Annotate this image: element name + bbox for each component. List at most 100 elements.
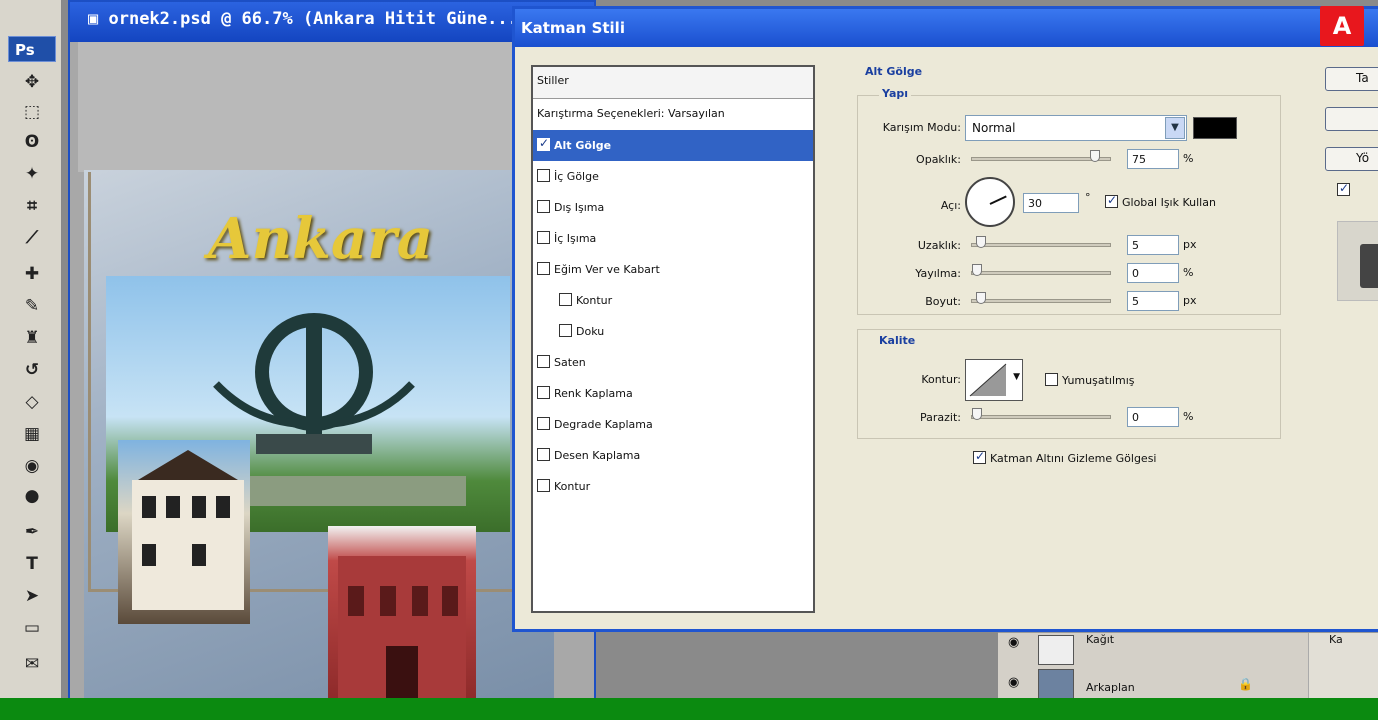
blending-options-item[interactable]: Karıştırma Seçenekleri: Varsayılan (533, 99, 813, 130)
style-item-checkbox[interactable] (537, 200, 550, 213)
spread-unit: % (1183, 266, 1194, 279)
style-item[interactable]: Renk Kaplama (533, 378, 813, 409)
shape-tool-icon[interactable]: ▭ (18, 616, 46, 640)
brush-tool-icon[interactable]: ✎ (18, 294, 46, 318)
pen-tool-icon[interactable]: ✒ (18, 520, 46, 544)
eye-icon[interactable]: ◉ (1008, 635, 1028, 650)
gradient-tool-icon[interactable]: ▦ (18, 422, 46, 446)
spread-slider-thumb[interactable] (972, 264, 982, 276)
new-style-button[interactable]: Yö (1325, 147, 1378, 171)
style-item[interactable]: Doku (533, 316, 813, 347)
layers-side-panel: Ka (1308, 633, 1378, 701)
healing-brush-tool-icon[interactable]: ✚ (18, 262, 46, 286)
style-item[interactable]: Eğim Ver ve Kabart (533, 254, 813, 285)
style-item-checkbox[interactable] (537, 448, 550, 461)
shadow-color-swatch[interactable] (1193, 117, 1237, 139)
angle-input[interactable]: 30 (1023, 193, 1079, 213)
clone-stamp-tool-icon[interactable]: ♜ (18, 326, 46, 350)
style-item[interactable]: Alt Gölge (533, 130, 813, 161)
photoshop-logo[interactable]: Ps (8, 36, 56, 62)
spread-slider[interactable] (971, 264, 1111, 276)
opacity-slider-thumb[interactable] (1090, 150, 1100, 162)
style-item-checkbox[interactable] (537, 136, 550, 151)
style-item[interactable]: Kontur (533, 471, 813, 502)
style-item-checkbox[interactable] (537, 355, 550, 368)
knockout-checkbox[interactable] (973, 449, 986, 464)
antialias-option[interactable]: Yumuşatılmış (1045, 373, 1135, 387)
style-item-checkbox[interactable] (559, 293, 572, 306)
marquee-tool-icon[interactable]: ⬚ (18, 100, 46, 124)
style-item-label: Desen Kaplama (554, 449, 641, 462)
document-title-text: ornek2.psd @ 66.7% (Ankara Hitit Güne... (108, 9, 518, 29)
blur-tool-icon[interactable]: ◉ (18, 454, 46, 478)
layers-side-label: Ka (1329, 633, 1343, 646)
style-item[interactable]: Degrade Kaplama (533, 409, 813, 440)
contour-picker[interactable]: ▼ (965, 359, 1023, 401)
antialias-checkbox[interactable] (1045, 373, 1058, 386)
contour-label: Kontur: (921, 373, 961, 386)
angle-dial[interactable] (965, 177, 1015, 227)
dodge-tool-icon[interactable]: ● (18, 484, 46, 508)
document-icon: ▣ (88, 9, 109, 29)
lock-icon: 🔒 (1238, 677, 1253, 691)
path-selection-tool-icon[interactable]: ➤ (18, 584, 46, 608)
magic-wand-tool-icon[interactable]: ✦ (18, 162, 46, 186)
style-item-checkbox[interactable] (537, 417, 550, 430)
size-slider-thumb[interactable] (976, 292, 986, 304)
dialog-title[interactable]: Katman Stili (515, 9, 1378, 47)
preview-checkbox[interactable] (1337, 181, 1350, 196)
size-slider[interactable] (971, 292, 1111, 304)
crop-tool-icon[interactable]: ⌗ (18, 194, 46, 218)
style-item[interactable]: İç Işıma (533, 223, 813, 254)
eye-icon[interactable]: ◉ (1008, 675, 1028, 690)
style-item-checkbox[interactable] (537, 479, 550, 492)
angle-label: Açı: (940, 199, 961, 212)
style-item-checkbox[interactable] (537, 262, 550, 275)
eraser-tool-icon[interactable]: ◇ (18, 390, 46, 414)
noise-slider-thumb[interactable] (972, 408, 982, 420)
cancel-button[interactable] (1325, 107, 1378, 131)
style-item-checkbox[interactable] (537, 169, 550, 182)
noise-unit: % (1183, 410, 1194, 423)
styles-list-header[interactable]: Stiller (533, 67, 813, 99)
slice-tool-icon[interactable]: ⟋ (18, 226, 46, 250)
style-item[interactable]: Desen Kaplama (533, 440, 813, 471)
global-light-option[interactable]: Global Işık Kullan (1105, 193, 1216, 209)
style-item-checkbox[interactable] (537, 386, 550, 399)
layer-row[interactable]: ◉ Kağıt (998, 633, 1298, 667)
opacity-slider[interactable] (971, 150, 1111, 162)
lasso-tool-icon[interactable]: ʘ (18, 130, 46, 154)
global-light-checkbox[interactable] (1105, 193, 1118, 208)
distance-slider-thumb[interactable] (976, 236, 986, 248)
style-item[interactable]: İç Gölge (533, 161, 813, 192)
layer-row[interactable]: ◉ Arkaplan 🔒 (998, 667, 1298, 701)
style-item-checkbox[interactable] (537, 231, 550, 244)
chevron-down-icon[interactable]: ▼ (1165, 117, 1185, 139)
type-tool-icon[interactable]: T (18, 552, 46, 576)
contour-dropdown-icon[interactable]: ▼ (1013, 372, 1020, 382)
distance-input[interactable]: 5 (1127, 235, 1179, 255)
opacity-input[interactable]: 75 (1127, 149, 1179, 169)
blend-mode-select[interactable]: Normal ▼ (965, 115, 1187, 141)
style-item[interactable]: Saten (533, 347, 813, 378)
size-input[interactable]: 5 (1127, 291, 1179, 311)
noise-slider[interactable] (971, 408, 1111, 420)
notes-tool-icon[interactable]: ✉ (18, 652, 46, 676)
ok-button[interactable]: Ta (1325, 67, 1378, 91)
noise-input[interactable]: 0 (1127, 407, 1179, 427)
knockout-option[interactable]: Katman Altını Gizleme Gölgesi (973, 449, 1156, 465)
spread-label: Yayılma: (915, 267, 961, 280)
style-item-label: Doku (576, 325, 605, 338)
style-item-label: İç Işıma (554, 232, 597, 245)
preview-option[interactable] (1337, 181, 1354, 197)
style-item-label: Alt Gölge (554, 139, 612, 152)
spread-input[interactable]: 0 (1127, 263, 1179, 283)
move-tool-icon[interactable]: ✥ (18, 70, 46, 94)
history-brush-tool-icon[interactable]: ↺ (18, 358, 46, 382)
style-item[interactable]: Dış Işıma (533, 192, 813, 223)
ankara-title-text: Ankara (208, 206, 434, 272)
distance-slider[interactable] (971, 236, 1111, 248)
distance-label: Uzaklık: (917, 239, 961, 252)
style-item[interactable]: Kontur (533, 285, 813, 316)
style-item-checkbox[interactable] (559, 324, 572, 337)
